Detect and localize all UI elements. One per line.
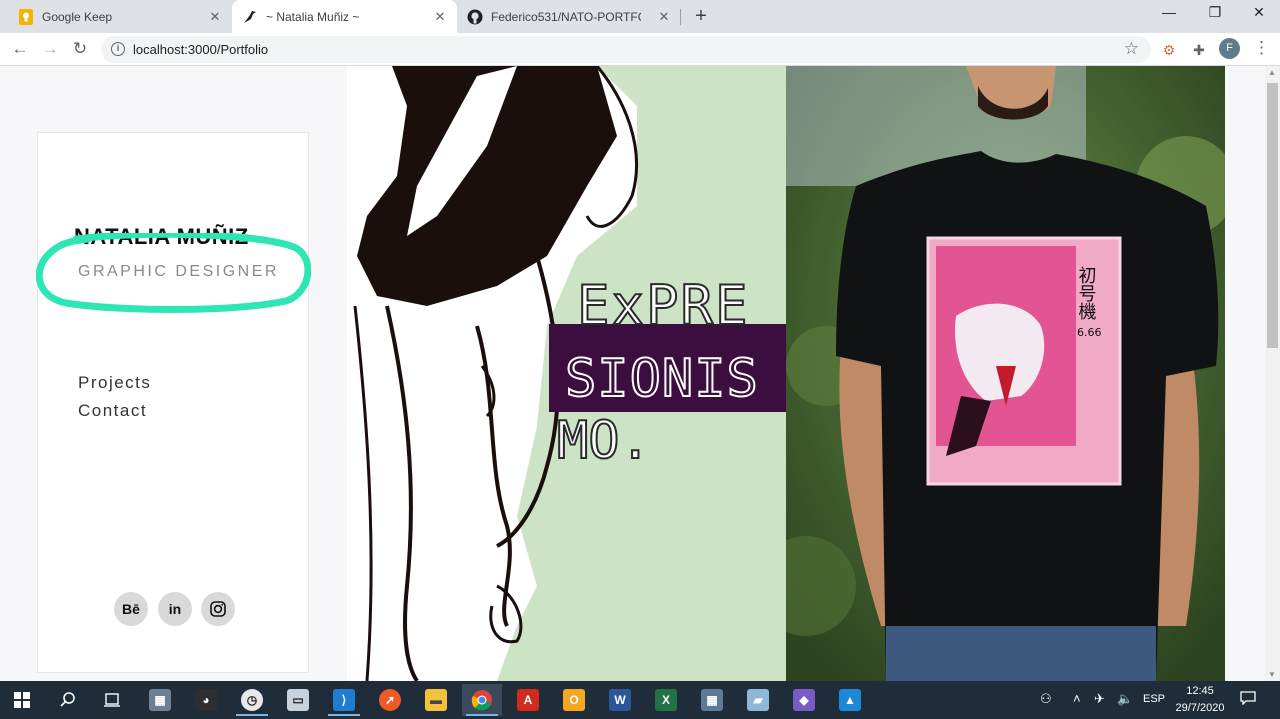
chrome-icon[interactable] bbox=[462, 684, 502, 716]
close-tab-icon[interactable]: ✕ bbox=[208, 9, 222, 25]
tab-title: ~ Natalia Muñiz ~ bbox=[266, 9, 360, 24]
address-bar[interactable]: i localhost:3000/Portfolio ☆ bbox=[101, 36, 1151, 63]
art-line-3: MO. bbox=[557, 411, 651, 471]
info-icon[interactable]: i bbox=[111, 42, 125, 56]
calculator-icon[interactable]: ▦ bbox=[692, 684, 732, 716]
volume-icon[interactable]: 🔈 bbox=[1117, 691, 1133, 707]
search-icon[interactable] bbox=[48, 684, 88, 716]
tshirt-photo: 初号機 6.66 bbox=[786, 66, 1225, 681]
bookmark-star-icon[interactable]: ☆ bbox=[1124, 39, 1139, 59]
tab-github-repo[interactable]: Federico531/NATO-PORTFOLIO ✕ bbox=[457, 0, 681, 33]
art-line-1: ExPRE bbox=[577, 274, 750, 337]
clock-app-icon[interactable]: ◷ bbox=[232, 684, 272, 716]
chevron-up-icon[interactable]: ˄ bbox=[1073, 691, 1081, 706]
clock-time[interactable]: 12:45 bbox=[1176, 685, 1224, 697]
page-viewport: NATALIA MUÑIZ GRAPHIC DESIGNER Projects … bbox=[0, 66, 1265, 681]
word-icon[interactable]: W bbox=[600, 684, 640, 716]
excel-icon[interactable]: X bbox=[646, 684, 686, 716]
vscode-icon[interactable]: ⟩ bbox=[324, 684, 364, 716]
tab-natalia-muniz[interactable]: ~ Natalia Muñiz ~ ✕ bbox=[232, 0, 457, 33]
project-image-expresionismo[interactable]: ExPRE SIONIS MO. bbox=[347, 66, 786, 681]
network-drive-icon[interactable]: ▦ bbox=[140, 684, 180, 716]
windows-start-icon[interactable] bbox=[2, 684, 42, 716]
kebab-menu-icon[interactable]: ⋮ bbox=[1253, 38, 1270, 58]
file-explorer-icon[interactable]: ▬ bbox=[416, 684, 456, 716]
acrobat-icon[interactable]: A bbox=[508, 684, 548, 716]
back-arrow-icon[interactable]: ← bbox=[10, 39, 30, 59]
close-tab-icon[interactable]: ✕ bbox=[433, 9, 447, 25]
scroll-up-arrow-icon[interactable]: ▲ bbox=[1268, 68, 1276, 77]
airplane-icon[interactable]: ✈ bbox=[1094, 691, 1105, 707]
git-app-icon[interactable]: ◆ bbox=[784, 684, 824, 716]
outlook-icon[interactable]: O bbox=[554, 684, 594, 716]
puzzle-icon[interactable]: ✚ bbox=[1189, 40, 1209, 60]
behance-icon[interactable]: Bē bbox=[114, 592, 148, 626]
shirt-number: 6.66 bbox=[1077, 326, 1102, 339]
spy-app-icon[interactable]: ◕ bbox=[186, 684, 226, 716]
close-tab-icon[interactable]: ✕ bbox=[657, 9, 671, 25]
site-name: NATALIA MUÑIZ bbox=[74, 224, 249, 249]
tab-strip: Google Keep ✕ ~ Natalia Muñiz ~ ✕ Federi… bbox=[0, 0, 1280, 33]
instagram-icon[interactable] bbox=[201, 592, 235, 626]
minimize-button[interactable]: — bbox=[1146, 4, 1192, 20]
nav-link-contact[interactable]: Contact bbox=[78, 401, 147, 421]
github-icon bbox=[467, 9, 483, 25]
expressionism-title: ExPRE SIONIS MO. bbox=[556, 273, 759, 472]
clock-date[interactable]: 29/7/2020 bbox=[1170, 702, 1230, 714]
project-image-tshirt[interactable]: 初号機 6.66 bbox=[786, 66, 1225, 681]
google-keep-icon bbox=[18, 8, 34, 25]
tab-google-keep[interactable]: Google Keep ✕ bbox=[8, 0, 232, 33]
new-tab-button[interactable]: + bbox=[690, 5, 712, 28]
nav-link-projects[interactable]: Projects bbox=[78, 373, 151, 393]
people-icon[interactable]: ⚇ bbox=[1040, 691, 1052, 707]
postman-icon[interactable]: ➚ bbox=[370, 684, 410, 716]
tab-separator bbox=[680, 9, 681, 25]
bird-icon bbox=[242, 9, 258, 25]
photos-app-icon[interactable]: ▲ bbox=[830, 684, 870, 716]
linkedin-icon[interactable]: in bbox=[158, 592, 192, 626]
shirt-kanji: 初号機 bbox=[1076, 266, 1097, 321]
maximize-button[interactable]: ❐ bbox=[1192, 4, 1238, 21]
page-scrollbar[interactable]: ▲ ▼ bbox=[1265, 66, 1280, 681]
language-indicator[interactable]: ESP bbox=[1143, 693, 1165, 705]
forward-arrow-icon[interactable]: → bbox=[40, 39, 60, 59]
notes-app-icon[interactable]: ▰ bbox=[738, 684, 778, 716]
close-window-button[interactable]: ✕ bbox=[1236, 4, 1280, 21]
avatar[interactable]: F bbox=[1219, 38, 1240, 59]
tab-title: Google Keep bbox=[42, 9, 113, 24]
scroll-down-arrow-icon[interactable]: ▼ bbox=[1268, 670, 1276, 679]
reload-icon[interactable]: ↻ bbox=[70, 39, 90, 59]
site-role: GRAPHIC DESIGNER bbox=[78, 263, 279, 280]
monitor-app-icon[interactable]: ▭ bbox=[278, 684, 318, 716]
windows-taskbar: ▦ ◕ ◷ ▭ ⟩ ➚ ▬ A O W X ▦ ▰ ◆ ▲ ⚇ ˄ ✈ 🔈 ES… bbox=[0, 681, 1280, 719]
notifications-icon[interactable] bbox=[1240, 691, 1256, 708]
scroll-thumb[interactable] bbox=[1267, 83, 1278, 348]
sidebar-card: NATALIA MUÑIZ GRAPHIC DESIGNER Projects … bbox=[36, 132, 311, 673]
art-line-2: SIONIS bbox=[565, 349, 759, 409]
browser-toolbar: ← → ↻ i localhost:3000/Portfolio ☆ ⚙ ✚ F… bbox=[0, 33, 1280, 66]
tab-title: Federico531/NATO-PORTFOLIO bbox=[491, 9, 641, 24]
extension-icon[interactable]: ⚙ bbox=[1159, 40, 1179, 60]
task-view-icon[interactable] bbox=[92, 684, 132, 716]
url-text[interactable]: localhost:3000/Portfolio bbox=[133, 42, 268, 57]
